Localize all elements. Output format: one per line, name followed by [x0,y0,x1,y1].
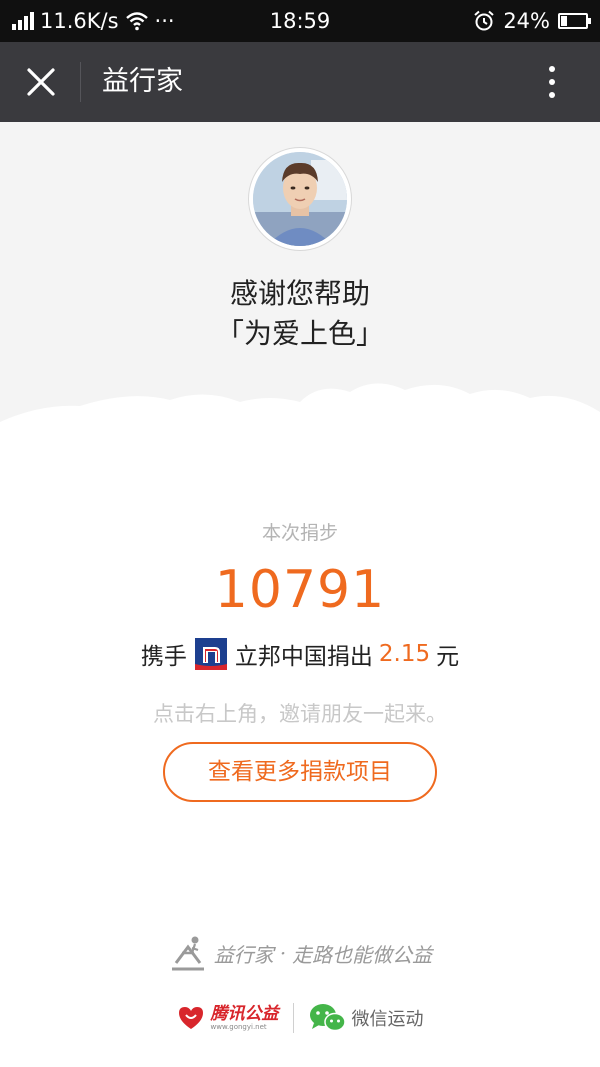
currency-unit: 元 [436,644,460,670]
hero-section: 感谢您帮助 「为爱上色」 [0,122,600,442]
nippon-logo-icon [194,638,227,670]
tencent-charity-logo: 腾讯公益 www.gongyi.net [177,1005,279,1031]
battery-fill [561,16,567,26]
status-right: 24% [473,0,591,42]
battery-percent: 24% [503,9,550,33]
partner-divider [292,1003,294,1033]
donation-summary: 携手 立邦中国捐出 2.15 元 [0,634,600,674]
step-count: 10791 [214,560,386,620]
alarm-icon [474,10,494,31]
battery-icon [558,13,591,29]
slogan-text: 走路也能做公益 [292,942,433,967]
more-notifications-icon: ··· [154,9,175,33]
thanks-heading: 感谢您帮助 [229,277,370,310]
footer-slogan: 益行家 · 走路也能做公益 [0,930,600,976]
more-dot-icon [549,79,555,85]
hills-decoration [0,383,600,442]
status-bar: 11.6K/s ··· 18:59 24% [0,0,600,42]
close-button[interactable] [16,54,66,110]
wifi-icon [125,12,148,31]
tencent-charity-name: 腾讯公益 [210,1004,279,1024]
donor-brand: 立邦中国捐出 [234,644,373,670]
title-bar: 益行家 [0,42,600,122]
project-name: 「为爱上色」 [215,317,384,350]
heart-icon [178,1007,203,1029]
tencent-charity-url: www.gongyi.net [210,1023,267,1031]
wechat-sports-name: 微信运动 [351,1009,424,1030]
more-projects-button[interactable]: 查看更多捐款项目 [163,742,437,802]
more-options-button[interactable] [532,62,572,102]
walker-logo-icon [171,936,204,971]
network-speed: 11.6K/s [40,9,119,33]
wechat-icon [309,1004,346,1032]
close-icon [27,68,55,96]
donation-prefix: 携手 [140,644,187,670]
status-left: 11.6K/s ··· [12,0,175,42]
avatar-photo [253,152,347,246]
more-dot-icon [549,66,555,72]
donation-amount: 2.15 [378,641,431,667]
slogan-brand: 益行家 [213,942,274,967]
invite-hint: 点击右上角，邀请朋友一起来。 [153,702,447,726]
partner-logos: 腾讯公益 www.gongyi.net 微信运动 [0,998,600,1038]
page-title: 益行家 [102,66,183,97]
more-dot-icon [549,92,555,98]
signal-icon [12,12,34,30]
title-divider [80,62,81,102]
slogan-dot: · [279,941,287,965]
steps-label: 本次捐步 [261,522,338,544]
wechat-sports-logo: 微信运动 [308,1002,424,1034]
avatar [249,148,351,250]
